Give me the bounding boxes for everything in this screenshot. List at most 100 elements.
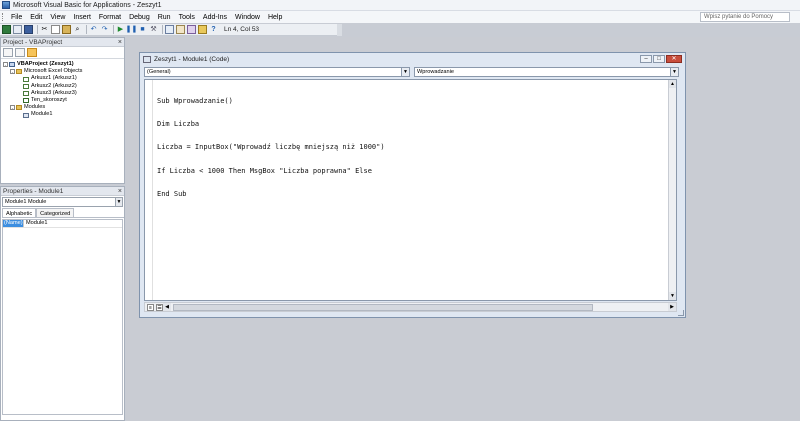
code-line[interactable]: End Sub [157, 190, 385, 199]
undo-icon[interactable]: ↶ [89, 25, 98, 34]
menu-bar: File Edit View Insert Format Debug Run T… [0, 11, 800, 23]
menu-window[interactable]: Window [231, 14, 264, 21]
object-select[interactable]: Module1 Module ▼ [2, 197, 123, 207]
insert-module-icon[interactable] [13, 25, 22, 34]
properties-tabs: Alphabetic Categorized [2, 208, 124, 218]
redo-icon[interactable]: ↷ [100, 25, 109, 34]
close-button[interactable]: ✕ [666, 55, 682, 63]
chevron-down-icon[interactable]: ▼ [401, 68, 409, 76]
menu-run[interactable]: Run [154, 14, 175, 21]
menu-insert[interactable]: Insert [69, 14, 95, 21]
code-text[interactable]: Sub Wprowadzanie() Dim Liczba Liczba = I… [157, 82, 385, 215]
tree-node-label: Arkusz2 (Arkusz2) [31, 82, 77, 89]
menu-view[interactable]: View [46, 14, 69, 21]
collapse-icon[interactable]: - [10, 105, 15, 111]
object-select-value: Module1 Module [5, 199, 47, 205]
property-value[interactable]: Module1 [23, 220, 47, 227]
tree-node-label: Ten_skoroszyt [31, 97, 67, 104]
close-icon[interactable]: × [118, 188, 122, 195]
break-icon[interactable]: ❚❚ [126, 25, 138, 34]
collapse-icon[interactable]: - [10, 69, 15, 75]
properties-window-icon[interactable] [176, 25, 185, 34]
menu-edit[interactable]: Edit [26, 14, 46, 21]
tree-node-sheet[interactable]: Arkusz3 (Arkusz3) [3, 90, 124, 97]
scroll-up-icon[interactable]: ▲ [669, 80, 676, 88]
object-combo[interactable]: (General) ▼ [144, 67, 410, 77]
scroll-left-icon[interactable]: ◀ [163, 303, 171, 311]
menu-debug[interactable]: Debug [125, 14, 154, 21]
tree-node-project[interactable]: - VBAProject (Zeszyt1) [3, 61, 124, 68]
close-icon[interactable]: × [118, 39, 122, 46]
reset-icon[interactable]: ■ [138, 25, 147, 34]
project-tree: - VBAProject (Zeszyt1) - Microsoft Excel… [1, 59, 124, 119]
code-line[interactable]: Dim Liczba [157, 120, 385, 129]
run-icon[interactable]: ▶ [116, 25, 125, 34]
view-code-icon[interactable] [3, 48, 13, 57]
window-title: Microsoft Visual Basic for Applications … [13, 1, 162, 9]
tree-node-sheet[interactable]: Arkusz1 (Arkusz1) [3, 75, 124, 82]
save-icon[interactable] [24, 25, 33, 34]
scroll-right-icon[interactable]: ▶ [668, 303, 676, 311]
menu-tools[interactable]: Tools [175, 14, 199, 21]
project-explorer-icon[interactable] [165, 25, 174, 34]
code-editor[interactable]: Sub Wprowadzanie() Dim Liczba Liczba = I… [144, 79, 677, 301]
module-icon [23, 112, 29, 118]
properties-title: Properties - Module1 [3, 187, 64, 195]
toolbar-overflow[interactable] [337, 24, 342, 36]
copy-icon[interactable] [51, 25, 60, 34]
tree-node-label: Arkusz3 (Arkusz3) [31, 89, 77, 96]
toolbox-icon[interactable] [198, 25, 207, 34]
help-icon[interactable]: ? [209, 25, 218, 34]
tree-node-workbook[interactable]: Ten_skoroszyt [3, 97, 124, 104]
code-line[interactable]: Liczba = InputBox("Wprowadź liczbę mniej… [157, 144, 385, 152]
help-search-input[interactable]: Wpisz pytanie do Pomocy [700, 12, 790, 22]
worksheet-icon [23, 76, 29, 82]
view-object-icon[interactable] [15, 48, 25, 57]
tree-node-module[interactable]: Module1 [3, 111, 124, 118]
menu-help[interactable]: Help [264, 14, 286, 21]
horizontal-scrollbar[interactable]: ≡ ☰ ◀ ▶ [144, 302, 677, 312]
tree-node-excel-objects[interactable]: - Microsoft Excel Objects [3, 68, 124, 75]
toolbar-separator [113, 25, 114, 34]
properties-window: Properties - Module1 × Module1 Module ▼ … [0, 186, 125, 421]
minimize-button[interactable]: – [640, 55, 652, 63]
toolbar-separator [37, 25, 38, 34]
tab-categorized[interactable]: Categorized [36, 208, 75, 217]
menu-file[interactable]: File [7, 14, 26, 21]
vertical-scrollbar[interactable]: ▲ ▼ [668, 80, 676, 300]
procedure-view-icon[interactable]: ≡ [147, 303, 154, 311]
procedure-combo-value: Wprowadzanie [417, 69, 454, 75]
scroll-down-icon[interactable]: ▼ [669, 292, 676, 300]
property-row[interactable]: (Name) Module1 [3, 220, 122, 228]
menu-add-ins[interactable]: Add-Ins [199, 14, 231, 21]
procedure-combo[interactable]: Wprowadzanie ▼ [414, 67, 679, 77]
find-icon[interactable]: ⌕ [73, 25, 82, 34]
cut-icon[interactable]: ✂ [40, 25, 49, 34]
worksheet-icon [23, 83, 29, 89]
full-module-view-icon[interactable]: ☰ [156, 303, 163, 311]
code-line[interactable]: If Liczba < 1000 Then MsgBox "Liczba pop… [157, 167, 385, 176]
excel-view-icon[interactable] [2, 25, 11, 34]
tree-node-modules[interactable]: - Modules [3, 104, 124, 111]
paste-icon[interactable] [62, 25, 71, 34]
project-explorer-header: Project - VBAProject × [1, 38, 124, 47]
window-controls: – □ ✕ [639, 55, 682, 63]
collapse-icon[interactable]: - [3, 62, 8, 68]
scroll-thumb[interactable] [173, 303, 593, 311]
maximize-button[interactable]: □ [653, 55, 665, 63]
project-icon [9, 62, 15, 68]
toggle-folders-icon[interactable] [27, 48, 37, 57]
tree-node-sheet[interactable]: Arkusz2 (Arkusz2) [3, 83, 124, 90]
tab-alphabetic[interactable]: Alphabetic [2, 208, 37, 217]
code-window-titlebar[interactable]: Zeszyt1 - Module1 (Code) – □ ✕ [140, 53, 685, 65]
design-mode-icon[interactable]: ⚒ [149, 25, 158, 34]
chevron-down-icon[interactable]: ▼ [670, 68, 678, 76]
object-browser-icon[interactable] [187, 25, 196, 34]
project-explorer-toolbar [1, 47, 124, 59]
resize-grip-icon[interactable] [678, 310, 684, 316]
menu-format[interactable]: Format [95, 14, 125, 21]
code-margin[interactable] [145, 80, 153, 300]
code-line[interactable]: Sub Wprowadzanie() [157, 97, 385, 106]
code-window-combos: (General) ▼ Wprowadzanie ▼ [144, 67, 681, 78]
chevron-down-icon[interactable]: ▼ [115, 198, 122, 206]
